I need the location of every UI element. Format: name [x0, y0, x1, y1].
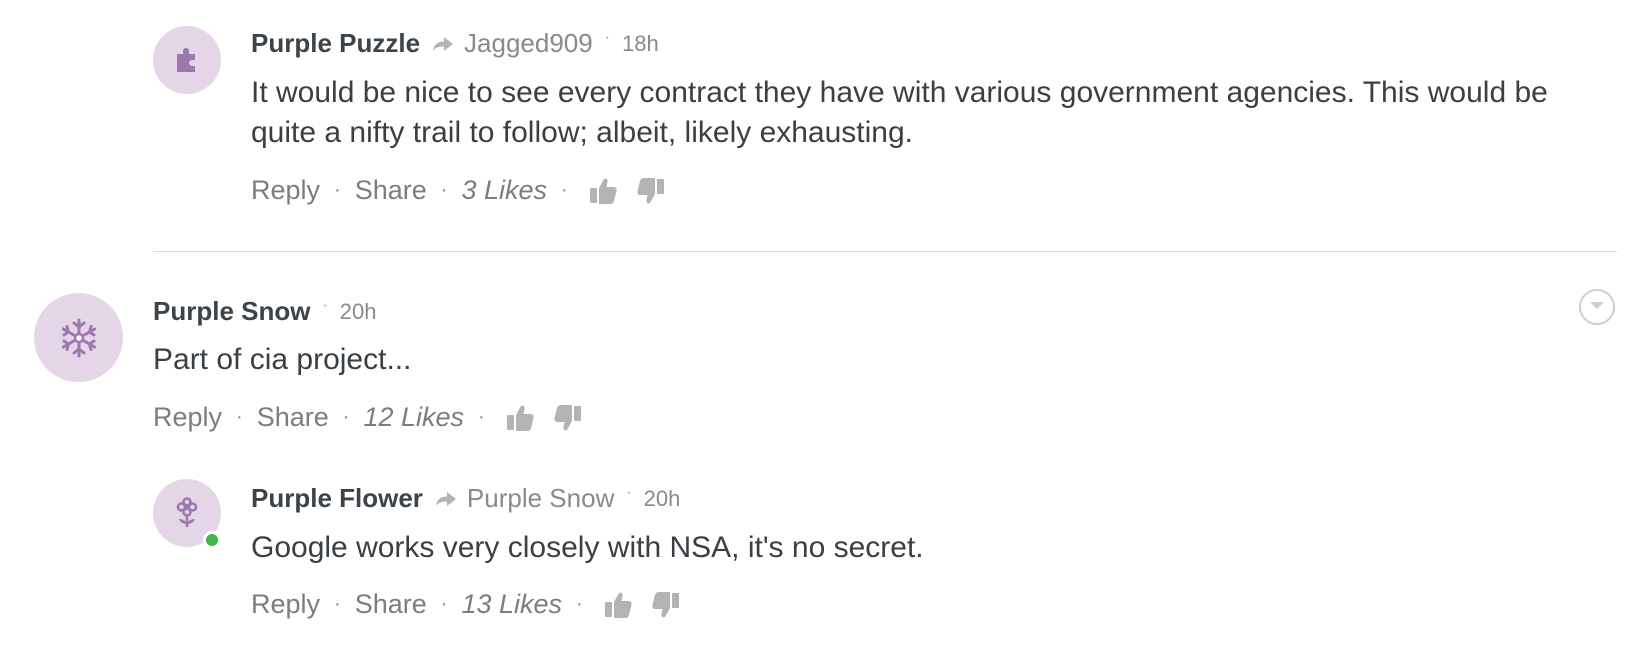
timestamp[interactable]: 20h	[340, 299, 377, 325]
reply-button[interactable]: Reply	[251, 175, 320, 206]
online-status-indicator	[203, 531, 221, 549]
action-separator: ·	[334, 593, 341, 615]
action-separator: ·	[576, 593, 583, 615]
thumbs-down-icon[interactable]	[636, 176, 666, 206]
comment-thread: Purple Puzzle Jagged909 · 18h It would b…	[0, 0, 1652, 650]
thumbs-up-icon[interactable]	[505, 403, 535, 433]
avatar[interactable]	[153, 26, 221, 94]
comment-actions: Reply · Share · 12 Likes ·	[153, 402, 583, 433]
author-name[interactable]: Purple Puzzle	[251, 28, 420, 59]
snowflake-icon	[59, 318, 99, 358]
comment-menu-button[interactable]	[1579, 289, 1615, 325]
timestamp[interactable]: 20h	[644, 486, 681, 512]
flower-icon	[175, 497, 199, 529]
action-separator: ·	[440, 179, 448, 201]
reply-target-name[interactable]: Purple Snow	[467, 483, 614, 514]
meta-separator: ·	[322, 296, 328, 314]
meta-separator: ·	[604, 28, 611, 46]
action-separator: ·	[342, 406, 350, 428]
comment-meta: Purple Snow · 20h	[153, 296, 377, 327]
comment-meta: Purple Flower Purple Snow · 20h	[251, 483, 680, 514]
comment-text: Google works very closely with NSA, it's…	[251, 531, 924, 564]
comment-divider	[153, 251, 1617, 252]
author-name[interactable]: Purple Flower	[251, 483, 423, 514]
thumbs-up-icon[interactable]	[603, 590, 633, 620]
reply-arrow-icon	[435, 491, 457, 507]
puzzle-icon	[174, 46, 200, 74]
reply-button[interactable]: Reply	[251, 589, 320, 620]
action-separator: ·	[334, 179, 341, 201]
author-name[interactable]: Purple Snow	[153, 296, 310, 327]
action-separator: ·	[478, 406, 485, 428]
action-separator: ·	[440, 593, 448, 615]
share-button[interactable]: Share	[355, 589, 427, 620]
action-separator: ·	[561, 179, 568, 201]
like-count[interactable]: 3 Likes	[461, 175, 547, 206]
comment-meta: Purple Puzzle Jagged909 · 18h	[251, 28, 659, 59]
comment-text: It would be nice to see every contract t…	[251, 76, 1548, 149]
timestamp[interactable]: 18h	[622, 31, 659, 57]
chevron-down-icon	[1589, 298, 1605, 316]
meta-separator: ·	[626, 483, 632, 501]
reply-target-name[interactable]: Jagged909	[464, 28, 593, 59]
thumbs-down-icon[interactable]	[553, 403, 583, 433]
like-count[interactable]: 12 Likes	[363, 402, 464, 433]
avatar[interactable]	[34, 293, 123, 382]
reply-button[interactable]: Reply	[153, 402, 222, 433]
comment-actions: Reply · Share · 13 Likes ·	[251, 589, 681, 620]
thumbs-down-icon[interactable]	[651, 590, 681, 620]
comment-actions: Reply · Share · 3 Likes ·	[251, 175, 666, 206]
like-count[interactable]: 13 Likes	[461, 589, 562, 620]
reply-arrow-icon	[432, 36, 454, 52]
comment-text: Part of cia project...	[153, 343, 412, 376]
thumbs-up-icon[interactable]	[588, 176, 618, 206]
share-button[interactable]: Share	[257, 402, 329, 433]
action-separator: ·	[236, 406, 243, 428]
share-button[interactable]: Share	[355, 175, 427, 206]
